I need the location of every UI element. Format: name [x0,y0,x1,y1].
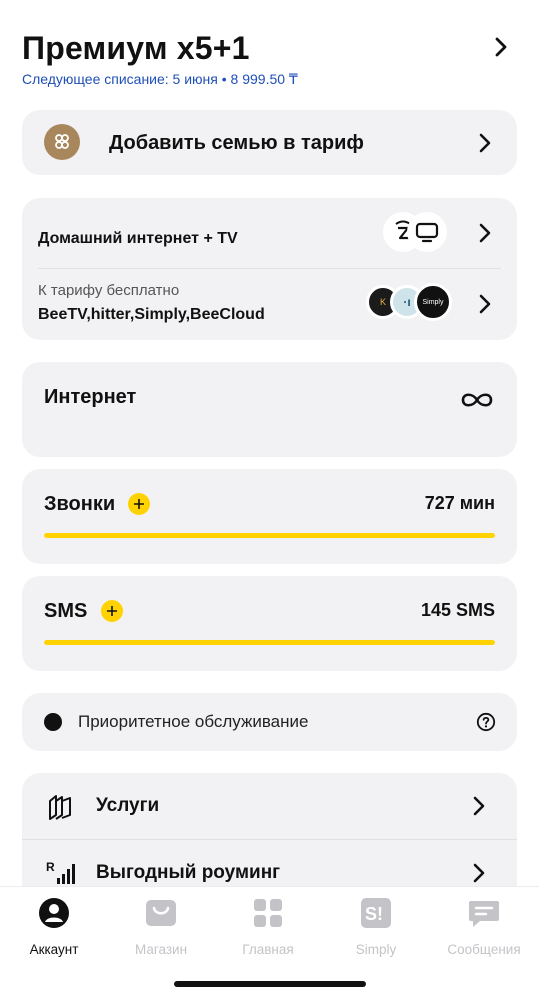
add-sms-button[interactable] [101,600,123,622]
list-item-services[interactable]: Услуги [22,773,517,839]
infinity-icon [461,393,493,407]
tab-shop[interactable]: Магазин [111,897,211,957]
tab-home[interactable]: Главная [218,897,318,957]
help-icon[interactable] [476,712,496,732]
list-item-label: Услуги [96,795,160,816]
svg-text:S!: S! [365,904,383,924]
tab-label: Аккаунт [29,942,79,957]
tab-messages[interactable]: Сообщения [434,897,534,957]
calls-value: 727 мин [424,493,495,513]
sms-value: 145 SMS [420,600,495,620]
sms-progress-bar [44,640,495,645]
tab-label: Сообщения [447,942,521,957]
home-internet-label: Домашний интернет + TV [38,230,238,247]
internet-title: Интернет [44,386,137,408]
tab-simply[interactable]: S! Simply [326,897,426,957]
priority-service-card[interactable]: Приоритетное обслуживание [22,693,517,751]
tab-label: Simply [355,942,397,957]
home-grid-icon [254,899,282,927]
sms-card[interactable]: SMS 145 SMS [22,576,517,671]
shop-icon [146,900,176,926]
list-item-label: Выгодный роуминг [96,862,281,883]
account-icon [39,898,69,928]
internet-card[interactable]: Интернет [22,362,517,457]
sms-title: SMS [44,600,88,622]
chevron-right-icon [479,133,491,153]
free-services-list: BeeTV,hitter,Simply,BeeCloud [38,306,265,323]
messages-icon [469,901,499,927]
chevron-right-icon [473,863,485,883]
home-indicator[interactable] [174,981,366,987]
free-services-row[interactable]: К тарифу бесплатно BeeTV,hitter,Simply,B… [22,269,517,340]
tab-account[interactable]: Аккаунт [4,897,104,957]
add-family-card[interactable]: Добавить семью в тариф [22,110,517,175]
calls-progress-bar [44,533,495,538]
chevron-right-icon [473,796,485,816]
free-services-caption: К тарифу бесплатно [38,282,180,299]
chevron-right-icon [479,223,491,243]
tab-label: Главная [242,942,294,957]
add-family-label: Добавить семью в тариф [109,132,364,154]
page-title: Премиум x5+1 [22,30,250,66]
chevron-right-icon[interactable] [490,36,512,58]
tv-icon [407,212,447,252]
simply-icon: S! [361,898,391,928]
next-charge-text: Следующее списание: 5 июня • 8 999.50 ₸ [22,71,298,87]
priority-service-label: Приоритетное обслуживание [78,712,309,731]
home-internet-card: Домашний интернет + TV К тарифу бесплатн… [22,198,517,340]
sms-progress-fill [44,640,495,645]
family-icon [44,124,80,160]
calls-progress-fill [44,533,495,538]
services-icon [49,795,71,820]
home-internet-row[interactable]: Домашний интернет + TV [22,198,517,268]
calls-title: Звонки [44,493,116,515]
roaming-icon: R [46,860,75,884]
add-calls-button[interactable] [128,493,150,515]
simply-logo-icon: Simply [414,283,452,321]
svg-text:R: R [46,860,55,874]
tab-label: Магазин [134,942,188,957]
chevron-right-icon [479,294,491,314]
status-dot [44,713,62,731]
calls-card[interactable]: Звонки 727 мин [22,469,517,564]
